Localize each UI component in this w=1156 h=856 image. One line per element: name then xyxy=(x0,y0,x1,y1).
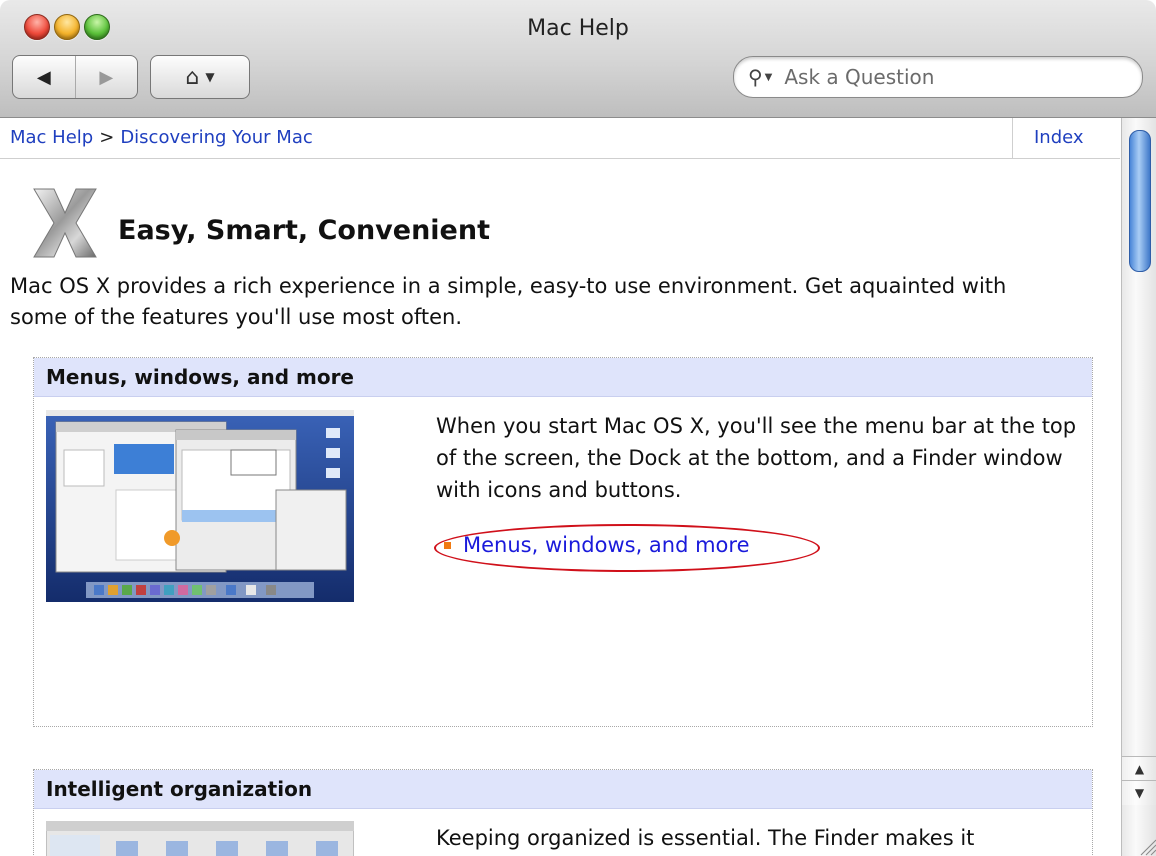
forward-button[interactable]: ▶ xyxy=(76,56,138,98)
back-arrow-icon: ◀ xyxy=(36,66,51,88)
chevron-down-icon: ▼ xyxy=(205,70,215,84)
breadcrumb-separator: > xyxy=(99,127,115,148)
bullet-icon xyxy=(444,541,451,549)
desktop-screenshot-thumbnail xyxy=(46,410,354,602)
section-description: When you start Mac OS X, you'll see the … xyxy=(436,414,1077,502)
search-field[interactable]: ⚲ ▼ xyxy=(733,56,1143,98)
vertical-scrollbar[interactable]: ▲ ▼ xyxy=(1121,118,1156,856)
home-icon: ⌂ xyxy=(185,64,200,90)
breadcrumb: Mac Help > Discovering Your Mac Index xyxy=(0,118,1120,159)
link-label: Menus, windows, and more xyxy=(463,533,750,557)
chevron-down-icon: ▼ xyxy=(1134,786,1145,800)
divider xyxy=(1012,118,1013,158)
forward-arrow-icon: ▶ xyxy=(99,66,114,88)
finder-screenshot-thumbnail xyxy=(46,821,354,856)
breadcrumb-item-discovering[interactable]: Discovering Your Mac xyxy=(120,127,312,148)
search-icon: ⚲ xyxy=(748,65,763,89)
section-title: Menus, windows, and more xyxy=(34,358,1092,397)
toolbar: Mac Help ◀ ▶ ⌂ ▼ ⚲ ▼ xyxy=(0,0,1156,118)
index-link[interactable]: Index xyxy=(1034,127,1084,148)
section-description: Keeping organized is essential. The Find… xyxy=(436,826,975,850)
section-menus-windows: Menus, windows, and more When you start … xyxy=(33,357,1093,727)
help-window: Mac Help ◀ ▶ ⌂ ▼ ⚲ ▼ Mac Help >Discoverin… xyxy=(0,0,1156,856)
section-title: Intelligent organization xyxy=(34,770,1092,809)
scrollbar-thumb[interactable] xyxy=(1129,130,1151,272)
back-button[interactable]: ◀ xyxy=(13,56,76,98)
resize-grip-icon[interactable] xyxy=(1135,834,1156,856)
navigation-buttons: ◀ ▶ xyxy=(12,55,138,99)
window-title: Mac Help xyxy=(527,16,629,41)
intro-text: Mac OS X provides a rich experience in a… xyxy=(10,274,1007,329)
mac-os-x-logo-icon xyxy=(33,188,97,258)
section-intelligent-organization: Intelligent organization Keeping organiz… xyxy=(33,769,1093,856)
help-content: Easy, Smart, Convenient Mac OS X provide… xyxy=(0,159,1120,856)
page-title: Easy, Smart, Convenient xyxy=(118,215,490,246)
search-input[interactable] xyxy=(782,64,1107,90)
home-button[interactable]: ⌂ ▼ xyxy=(150,55,250,99)
scroll-down-button[interactable]: ▼ xyxy=(1122,780,1156,805)
menus-windows-link[interactable]: Menus, windows, and more xyxy=(444,533,750,557)
chevron-down-icon: ▼ xyxy=(764,71,773,83)
scroll-up-button[interactable]: ▲ xyxy=(1122,756,1156,781)
chevron-up-icon: ▲ xyxy=(1134,762,1145,776)
breadcrumb-trail: Mac Help > Discovering Your Mac xyxy=(10,127,313,148)
breadcrumb-item-mac-help[interactable]: Mac Help xyxy=(10,127,93,148)
